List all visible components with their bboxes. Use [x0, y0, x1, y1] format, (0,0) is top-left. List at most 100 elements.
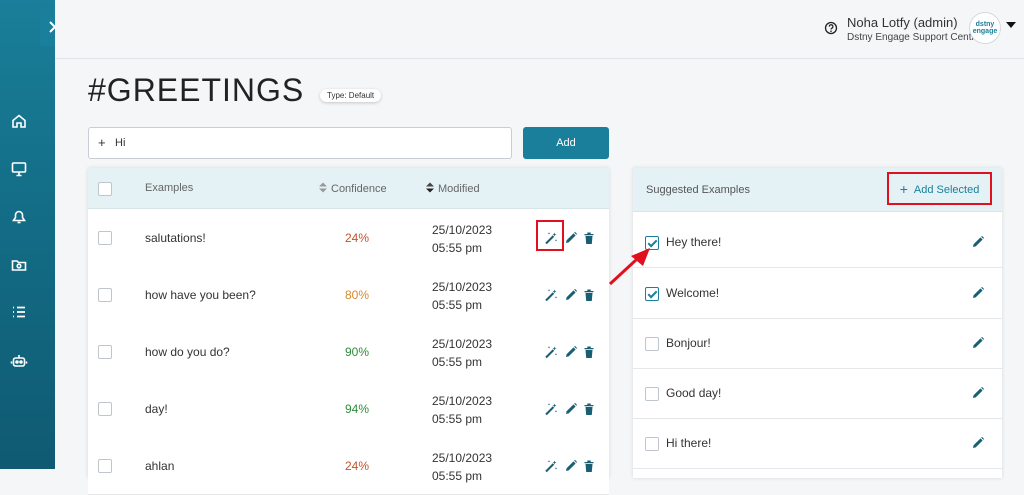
suggested-checkbox[interactable]	[645, 287, 659, 301]
modified-date-time: 05:55 pm	[432, 412, 483, 426]
table-row: day! 94% 25/10/2023 05:55 pm	[88, 380, 609, 438]
modified-date-day: 25/10/2023	[432, 280, 493, 294]
modified-date-day: 25/10/2023	[432, 451, 493, 465]
caret-down-icon[interactable]	[1006, 21, 1016, 29]
row-checkbox[interactable]	[98, 231, 112, 245]
suggested-item[interactable]: Good day!	[633, 368, 1002, 419]
suggested-text: Bonjour!	[666, 336, 711, 350]
example-text: day!	[145, 402, 168, 416]
trash-icon[interactable]	[582, 231, 596, 245]
trash-icon[interactable]	[582, 288, 596, 302]
row-checkbox[interactable]	[98, 345, 112, 359]
highlight-box-add-selected	[887, 172, 992, 205]
trash-icon[interactable]	[582, 402, 596, 416]
magic-wand-icon[interactable]	[544, 288, 558, 302]
modified-date-time: 05:55 pm	[432, 355, 483, 369]
row-checkbox[interactable]	[98, 459, 112, 473]
edit-icon[interactable]	[971, 286, 985, 300]
confidence-value: 24%	[344, 459, 370, 473]
annotation-arrow-icon	[608, 248, 650, 286]
suggested-title: Suggested Examples	[646, 184, 750, 196]
column-header-examples: Examples	[145, 182, 194, 194]
modified-date-time: 05:55 pm	[432, 241, 483, 255]
table-row: how do you do? 90% 25/10/2023 05:55 pm	[88, 323, 609, 381]
column-header-modified[interactable]: Modified	[426, 182, 480, 195]
edit-icon[interactable]	[564, 231, 578, 245]
suggested-checkbox[interactable]	[645, 387, 659, 401]
edit-icon[interactable]	[564, 345, 578, 359]
suggested-checkbox[interactable]	[645, 437, 659, 451]
help-icon[interactable]	[824, 21, 838, 35]
column-header-confidence-label: Confidence	[331, 183, 387, 195]
add-button[interactable]: Add	[523, 127, 609, 159]
suggested-item[interactable]: Hey there!	[633, 217, 1002, 268]
suggested-item[interactable]: Bonjour!	[633, 318, 1002, 369]
modified-date-day: 25/10/2023	[432, 223, 493, 237]
row-checkbox[interactable]	[98, 288, 112, 302]
edit-icon[interactable]	[564, 288, 578, 302]
magic-wand-icon[interactable]	[544, 459, 558, 473]
suggested-text: Good day!	[666, 386, 722, 400]
example-input[interactable]	[115, 134, 495, 152]
table-header: Examples Confidence Modified	[88, 168, 609, 209]
trash-icon[interactable]	[582, 459, 596, 473]
confidence-value: 90%	[344, 345, 370, 359]
confidence-value: 80%	[344, 288, 370, 302]
modified-date: 25/10/2023 05:55 pm	[432, 221, 492, 257]
user-name: Noha Lotfy (admin)	[847, 15, 958, 30]
example-text: how have you been?	[145, 288, 256, 302]
folder-icon[interactable]	[10, 256, 28, 274]
edit-icon[interactable]	[564, 402, 578, 416]
sort-desc-icon	[426, 182, 434, 193]
example-text: ahlan	[145, 459, 175, 473]
modified-date-time: 05:55 pm	[432, 298, 483, 312]
example-input-box: +	[88, 127, 512, 159]
select-all-checkbox[interactable]	[98, 182, 112, 196]
row-checkbox[interactable]	[98, 402, 112, 416]
suggested-header: Suggested Examples + Add Selected	[633, 168, 1002, 212]
edit-icon[interactable]	[564, 459, 578, 473]
sidebar	[0, 0, 55, 469]
modified-date-day: 25/10/2023	[432, 337, 493, 351]
home-icon[interactable]	[10, 112, 28, 130]
edit-icon[interactable]	[971, 436, 985, 450]
list-icon[interactable]	[10, 303, 28, 321]
monitor-icon[interactable]	[10, 160, 28, 178]
table-row: ahlan 24% 25/10/2023 05:55 pm	[88, 437, 609, 495]
suggested-examples-panel: Suggested Examples + Add Selected Hey the…	[633, 168, 1002, 478]
modified-date: 25/10/2023 05:55 pm	[432, 278, 492, 314]
modified-date: 25/10/2023 05:55 pm	[432, 392, 492, 428]
sort-icon	[319, 182, 327, 193]
modified-date-time: 05:55 pm	[432, 469, 483, 483]
suggested-checkbox[interactable]	[645, 337, 659, 351]
avatar[interactable]: dstny engage	[969, 12, 1001, 44]
example-text: how do you do?	[145, 345, 230, 359]
modified-date-day: 25/10/2023	[432, 394, 493, 408]
bell-icon[interactable]	[10, 207, 28, 225]
highlight-box-magic-wand	[536, 220, 564, 251]
edit-icon[interactable]	[971, 235, 985, 249]
avatar-logo-text: dstny engage	[972, 21, 998, 35]
column-header-confidence[interactable]: Confidence	[319, 182, 387, 195]
magic-wand-icon[interactable]	[544, 402, 558, 416]
page-title: #GREETINGS	[88, 72, 305, 108]
user-organization: Dstny Engage Support Centre	[847, 32, 981, 43]
suggested-item[interactable]: Welcome!	[633, 268, 1002, 319]
magic-wand-icon[interactable]	[544, 345, 558, 359]
top-bar: Noha Lotfy (admin) Dstny Engage Support …	[55, 0, 1024, 59]
trash-icon[interactable]	[582, 345, 596, 359]
confidence-value: 94%	[344, 402, 370, 416]
type-badge: Type: Default	[320, 89, 382, 102]
edit-icon[interactable]	[971, 336, 985, 350]
modified-date: 25/10/2023 05:55 pm	[432, 335, 492, 371]
modified-date: 25/10/2023 05:55 pm	[432, 449, 492, 485]
robot-icon[interactable]	[10, 352, 28, 370]
plus-icon: +	[98, 135, 106, 150]
table-row: how have you been? 80% 25/10/2023 05:55 p…	[88, 266, 609, 324]
column-header-modified-label: Modified	[438, 183, 480, 195]
confidence-value: 24%	[344, 231, 370, 245]
suggested-text: Hi there!	[666, 436, 712, 450]
suggested-item[interactable]: Hi there!	[633, 418, 1002, 469]
edit-icon[interactable]	[971, 386, 985, 400]
example-text: salutations!	[145, 231, 206, 245]
